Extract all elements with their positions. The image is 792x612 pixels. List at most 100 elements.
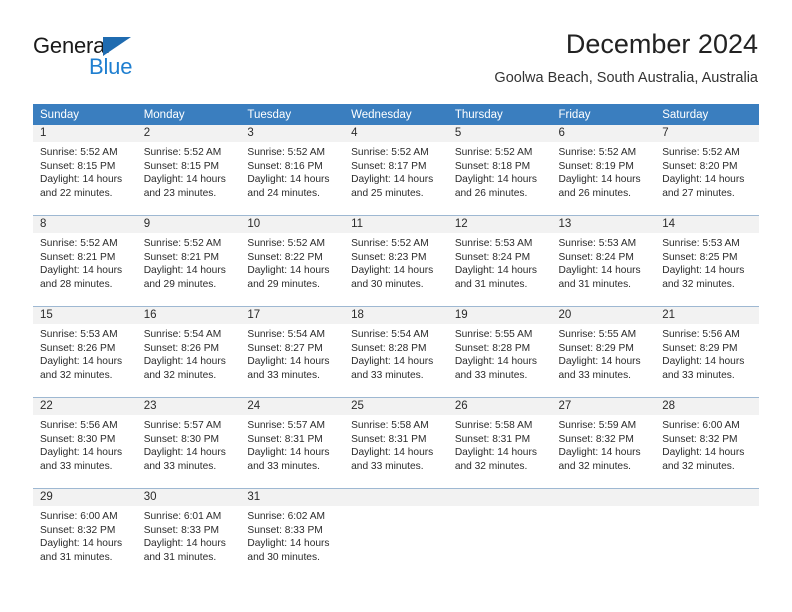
sunset-text: Sunset: 8:20 PM [662, 160, 738, 172]
sunrise-text: Sunrise: 5:58 AM [351, 420, 429, 431]
title-block: December 2024 Goolwa Beach, South Austra… [494, 28, 758, 88]
daylight-text-line1: Daylight: 14 hours [662, 447, 745, 459]
daylight-text-line1: Daylight: 14 hours [143, 538, 226, 550]
sunrise-text: Sunrise: 5:58 AM [454, 420, 533, 431]
day-details [344, 506, 448, 510]
daylight-text-line1: Daylight: 14 hours [247, 265, 330, 277]
day-number: 16 [136, 307, 241, 324]
day-details: Sunrise: 5:55 AM Sunset: 8:29 PM Daylight:… [552, 324, 656, 383]
sunrise-text: Sunrise: 5:52 AM [143, 147, 222, 158]
daylight-text-line1: Daylight: 14 hours [40, 447, 123, 459]
day-cell: 16 Sunrise: 5:54 AM Sunset: 8:26 PM Dayligh… [136, 306, 241, 398]
day-cell: 31 Sunrise: 6:02 AM Sunset: 8:33 PM Dayligh… [240, 488, 345, 579]
daylight-text-line2: and 33 minutes. [351, 370, 424, 382]
daylight-text-line1: Daylight: 14 hours [662, 265, 745, 277]
sunrise-text: Sunrise: 5:53 AM [40, 329, 118, 340]
daylight-text-line1: Daylight: 14 hours [662, 174, 745, 186]
day-cell: 20 Sunrise: 5:55 AM Sunset: 8:29 PM Dayligh… [551, 306, 656, 398]
day-number: 15 [33, 307, 137, 324]
day-cell: 27 Sunrise: 5:59 AM Sunset: 8:32 PM Dayligh… [551, 397, 656, 489]
day-details: Sunrise: 5:52 AM Sunset: 8:21 PM Daylight:… [137, 233, 241, 292]
daylight-text-line1: Daylight: 14 hours [351, 447, 434, 459]
day-number: 31 [240, 489, 345, 506]
daylight-text-line2: and 29 minutes. [247, 279, 320, 291]
day-cell: 19 Sunrise: 5:55 AM Sunset: 8:28 PM Dayligh… [447, 306, 552, 398]
daylight-text-line1: Daylight: 14 hours [247, 538, 330, 550]
sunset-text: Sunset: 8:16 PM [247, 160, 323, 172]
weekday-header-monday: Monday [136, 104, 241, 125]
day-details: Sunrise: 5:54 AM Sunset: 8:27 PM Daylight:… [240, 324, 344, 383]
daylight-text-line1: Daylight: 14 hours [454, 265, 537, 277]
sunset-text: Sunset: 8:18 PM [454, 160, 531, 172]
sunset-text: Sunset: 8:28 PM [454, 342, 531, 354]
daylight-text-line1: Daylight: 14 hours [40, 356, 123, 368]
sunset-text: Sunset: 8:32 PM [662, 433, 738, 445]
daylight-text-line2: and 30 minutes. [247, 552, 320, 564]
sunrise-text: Sunrise: 6:00 AM [662, 420, 740, 431]
page-title: December 2024 [565, 29, 758, 59]
sunrise-text: Sunrise: 5:59 AM [558, 420, 637, 431]
general-blue-logo[interactable]: General Blue [33, 33, 243, 88]
day-number: 10 [240, 216, 345, 233]
sunrise-text: Sunrise: 5:52 AM [662, 147, 740, 158]
weekday-header-tuesday: Tuesday [240, 104, 345, 125]
sunset-text: Sunset: 8:33 PM [247, 524, 323, 536]
day-number: 29 [33, 489, 137, 506]
day-details: Sunrise: 5:52 AM Sunset: 8:15 PM Daylight:… [137, 142, 241, 201]
day-number: 19 [447, 307, 552, 324]
daylight-text-line2: and 33 minutes. [143, 461, 217, 473]
day-details: Sunrise: 5:57 AM Sunset: 8:30 PM Daylight:… [137, 415, 241, 474]
day-cell: 30 Sunrise: 6:01 AM Sunset: 8:33 PM Dayligh… [136, 488, 241, 579]
daylight-text-line2: and 32 minutes. [143, 370, 217, 382]
day-cell: 28 Sunrise: 6:00 AM Sunset: 8:32 PM Dayligh… [655, 397, 759, 489]
day-number: 20 [551, 307, 656, 324]
calendar-header-row: Sunday Monday Tuesday Wednesday Thursday… [33, 104, 759, 125]
day-number: 23 [136, 398, 241, 415]
sunset-text: Sunset: 8:27 PM [247, 342, 323, 354]
daylight-text-line1: Daylight: 14 hours [143, 265, 226, 277]
day-number: 3 [240, 125, 345, 142]
week-row: 8 Sunrise: 5:52 AM Sunset: 8:21 PM Daylight… [33, 215, 759, 307]
sunrise-text: Sunrise: 5:52 AM [351, 147, 429, 158]
sunset-text: Sunset: 8:31 PM [454, 433, 531, 445]
daylight-text-line1: Daylight: 14 hours [351, 356, 434, 368]
day-number: 4 [344, 125, 448, 142]
day-number: 26 [447, 398, 552, 415]
day-number: 22 [33, 398, 137, 415]
day-number: 13 [551, 216, 656, 233]
daylight-text-line2: and 32 minutes. [558, 461, 632, 473]
daylight-text-line2: and 27 minutes. [662, 188, 735, 200]
day-number [551, 489, 656, 506]
sunrise-text: Sunrise: 5:52 AM [247, 238, 325, 249]
sunset-text: Sunset: 8:21 PM [40, 251, 116, 263]
day-details: Sunrise: 5:56 AM Sunset: 8:29 PM Daylight:… [655, 324, 759, 383]
week-row: 29 Sunrise: 6:00 AM Sunset: 8:32 PM Dayligh… [33, 488, 759, 579]
week-row: 22 Sunrise: 5:56 AM Sunset: 8:30 PM Dayligh… [33, 397, 759, 489]
day-cell: 14 Sunrise: 5:53 AM Sunset: 8:25 PM Dayligh… [655, 215, 759, 307]
day-number: 27 [551, 398, 656, 415]
calendar-body: 1 Sunrise: 5:52 AM Sunset: 8:15 PM Daylight… [33, 125, 759, 579]
day-cell-empty [551, 488, 656, 579]
day-cell: 11 Sunrise: 5:52 AM Sunset: 8:23 PM Dayligh… [344, 215, 448, 307]
weekday-header-friday: Friday [551, 104, 656, 125]
sunset-text: Sunset: 8:30 PM [143, 433, 220, 445]
sunset-text: Sunset: 8:32 PM [558, 433, 634, 445]
day-cell: 26 Sunrise: 5:58 AM Sunset: 8:31 PM Dayligh… [447, 397, 552, 489]
sunset-text: Sunset: 8:30 PM [40, 433, 116, 445]
daylight-text-line1: Daylight: 14 hours [454, 447, 537, 459]
sunset-text: Sunset: 8:28 PM [351, 342, 427, 354]
day-details: Sunrise: 5:55 AM Sunset: 8:28 PM Daylight:… [448, 324, 552, 383]
daylight-text-line2: and 31 minutes. [558, 279, 632, 291]
daylight-text-line2: and 30 minutes. [351, 279, 424, 291]
daylight-text-line1: Daylight: 14 hours [247, 447, 330, 459]
day-number: 30 [136, 489, 241, 506]
daylight-text-line2: and 33 minutes. [40, 461, 113, 473]
day-cell: 15 Sunrise: 5:53 AM Sunset: 8:26 PM Dayligh… [33, 306, 137, 398]
daylight-text-line2: and 29 minutes. [143, 279, 217, 291]
day-details: Sunrise: 5:53 AM Sunset: 8:24 PM Daylight:… [448, 233, 552, 292]
day-details: Sunrise: 5:58 AM Sunset: 8:31 PM Daylight:… [448, 415, 552, 474]
day-details: Sunrise: 5:52 AM Sunset: 8:17 PM Daylight:… [344, 142, 448, 201]
sunrise-text: Sunrise: 5:52 AM [558, 147, 637, 158]
day-details: Sunrise: 6:01 AM Sunset: 8:33 PM Daylight:… [137, 506, 241, 565]
sunrise-text: Sunrise: 5:52 AM [40, 147, 118, 158]
